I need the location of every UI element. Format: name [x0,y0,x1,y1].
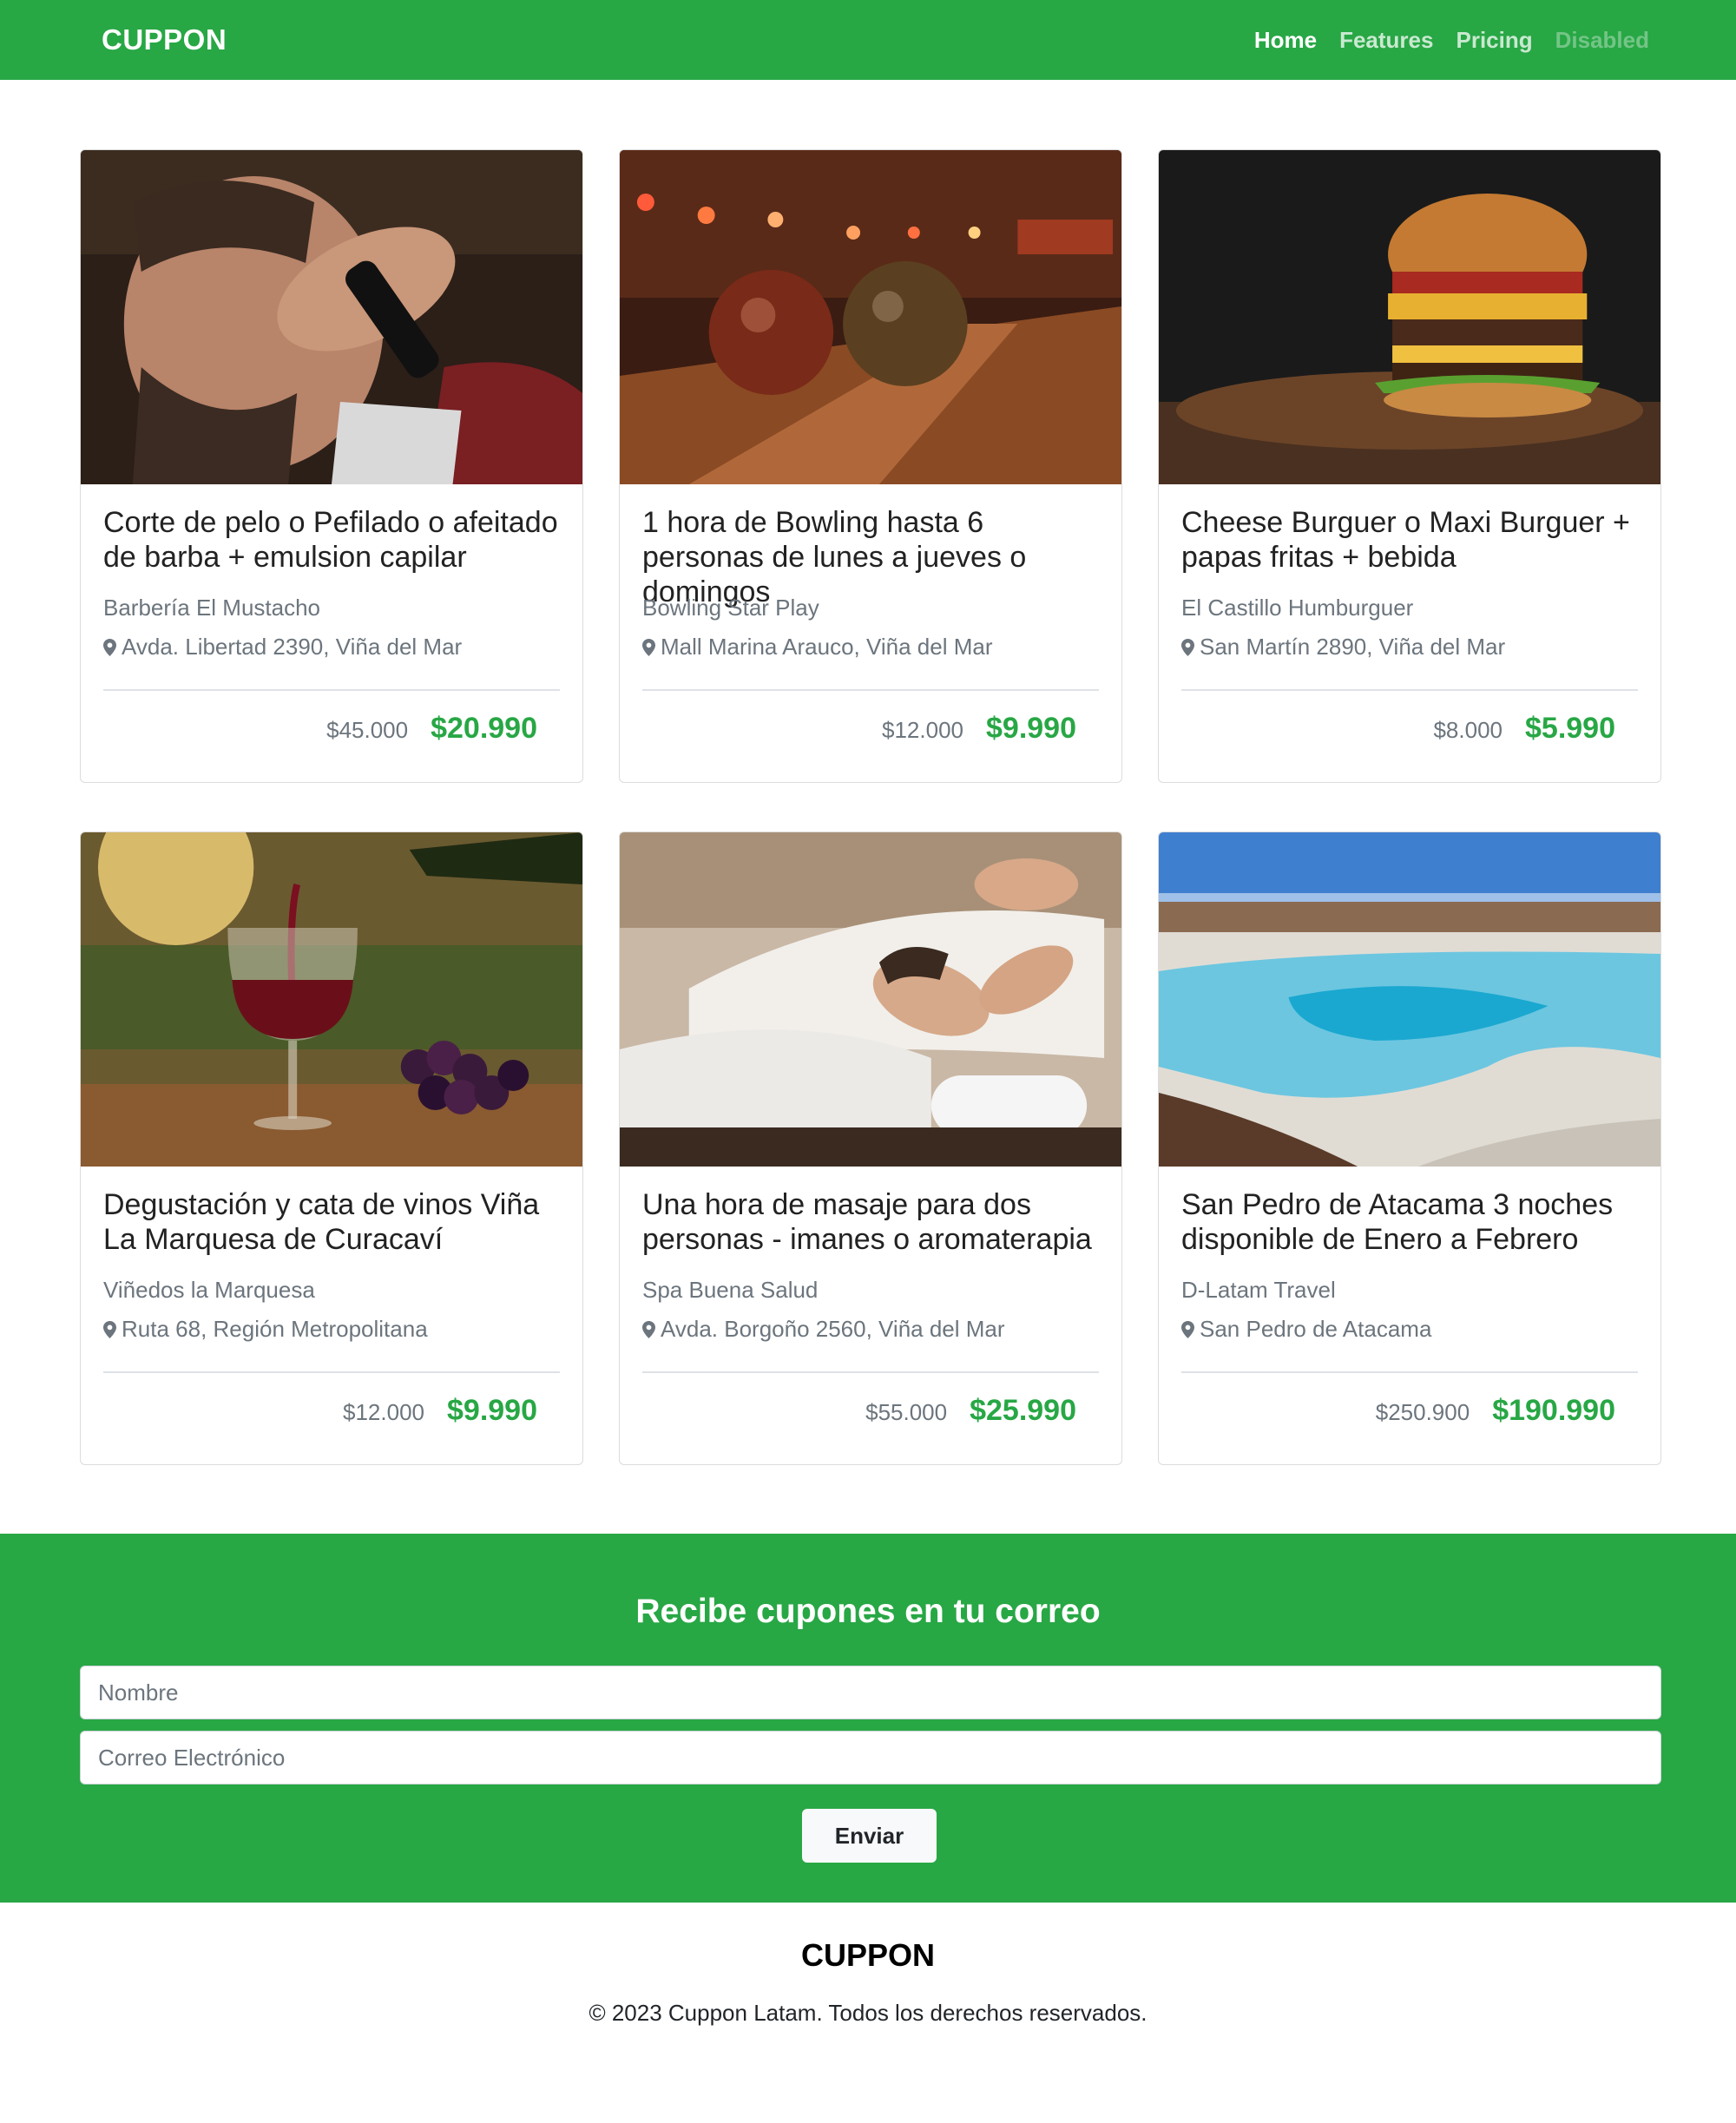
footer-brand: CUPPON [800,1937,936,1973]
card-address: Avda. Libertad 2390, Viña del Mar [103,634,462,661]
nav-links: Home Features Pricing Disabled [1254,0,1649,80]
nav-link-disabled: Disabled [1555,26,1649,53]
coupon-card[interactable]: San Pedro de Atacama 3 noches disponible… [1158,831,1661,1465]
coupon-card[interactable]: Degustación y cata de vinos Viña La Marq… [80,831,583,1465]
price-block: $12.000 $9.990 [343,1394,537,1428]
price-block: $12.000 $9.990 [882,712,1076,746]
card-title[interactable]: Una hora de masaje para dos personas - i… [642,1187,1099,1257]
discount-price: $5.990 [1525,712,1615,745]
address-text: San Pedro de Atacama [1200,1316,1432,1342]
wine-photo [81,832,582,1167]
card-title[interactable]: Corte de pelo o Pefilado o afeitado de b… [103,505,560,575]
price-block: $250.900 $190.990 [1376,1394,1615,1428]
nav-link-home[interactable]: Home [1254,27,1317,54]
burger-photo [1159,150,1660,484]
copyright-text: © 2023 Cuppon Latam. Todos los derechos … [589,2000,1147,2026]
discount-price: $9.990 [447,1394,537,1427]
card-body: San Pedro de Atacama 3 noches disponible… [1181,1167,1638,1464]
barber-photo [81,150,582,484]
newsletter-section: Recibe cupones en tu correo Enviar [0,1534,1736,1903]
discount-price: $9.990 [986,712,1076,745]
discount-price: $190.990 [1492,1394,1615,1427]
card-title[interactable]: San Pedro de Atacama 3 noches disponible… [1181,1187,1638,1257]
card-title[interactable]: Cheese Burguer o Maxi Burguer + papas fr… [1181,505,1638,575]
divider [103,1371,560,1373]
card-body: Corte de pelo o Pefilado o afeitado de b… [103,484,560,782]
map-pin-icon [1181,638,1194,656]
merchant-name: Viñedos la Marquesa [103,1277,315,1303]
card-address: Ruta 68, Región Metropolitana [103,1316,428,1343]
map-pin-icon [103,638,116,656]
card-address: Mall Marina Arauco, Viña del Mar [642,634,992,661]
submit-button[interactable]: Enviar [802,1809,937,1863]
price-block: $45.000 $20.990 [326,712,537,746]
coupon-card[interactable]: Corte de pelo o Pefilado o afeitado de b… [80,149,583,783]
price-block: $55.000 $25.990 [865,1394,1076,1428]
coupon-card[interactable]: 1 hora de Bowling hasta 6 personas de lu… [619,149,1122,783]
address-text: Avda. Libertad 2390, Viña del Mar [122,634,463,660]
card-body: 1 hora de Bowling hasta 6 personas de lu… [642,484,1099,782]
discount-price: $25.990 [970,1394,1076,1427]
original-price: $12.000 [882,717,963,743]
map-pin-icon [1181,1320,1194,1338]
navbar: CUPPON Home Features Pricing Disabled [0,0,1736,80]
card-title[interactable]: 1 hora de Bowling hasta 6 personas de lu… [642,505,1099,609]
original-price: $55.000 [865,1399,948,1425]
atacama-photo [1159,832,1660,1167]
address-text: Mall Marina Arauco, Viña del Mar [661,634,993,660]
discount-price: $20.990 [431,712,537,745]
original-price: $250.900 [1375,1399,1470,1425]
original-price: $12.000 [343,1399,424,1425]
map-pin-icon [642,638,655,656]
card-title[interactable]: Degustación y cata de vinos Viña La Marq… [103,1187,560,1257]
card-address: San Pedro de Atacama [1181,1316,1431,1343]
coupon-grid: Corte de pelo o Pefilado o afeitado de b… [80,149,1661,1465]
divider [1181,1371,1638,1373]
address-text: San Martín 2890, Viña del Mar [1200,634,1506,660]
card-body: Degustación y cata de vinos Viña La Marq… [103,1167,560,1464]
original-price: $45.000 [326,717,409,743]
coupon-card[interactable]: Cheese Burguer o Maxi Burguer + papas fr… [1158,149,1661,783]
divider [642,1371,1099,1373]
merchant-name: El Castillo Humburguer [1181,595,1414,621]
coupon-card[interactable]: Una hora de masaje para dos personas - i… [619,831,1122,1465]
merchant-name: D-Latam Travel [1181,1277,1336,1303]
merchant-name: Spa Buena Salud [642,1277,819,1303]
original-price: $8.000 [1433,717,1503,743]
address-text: Avda. Borgoño 2560, Viña del Mar [661,1316,1005,1342]
map-pin-icon [103,1320,116,1338]
divider [642,689,1099,691]
map-pin-icon [642,1320,655,1338]
nav-link-features[interactable]: Features [1339,27,1433,54]
card-body: Una hora de masaje para dos personas - i… [642,1167,1099,1464]
massage-photo [620,832,1121,1167]
price-block: $8.000 $5.990 [1433,712,1615,746]
newsletter-heading: Recibe cupones en tu correo [635,1593,1101,1630]
card-address: Avda. Borgoño 2560, Viña del Mar [642,1316,1005,1343]
address-text: Ruta 68, Región Metropolitana [122,1316,428,1342]
merchant-name: Barbería El Mustacho [103,595,321,621]
navbar-brand[interactable]: CUPPON [102,0,227,80]
divider [1181,689,1638,691]
card-body: Cheese Burguer o Maxi Burguer + papas fr… [1181,484,1638,782]
bowling-photo [620,150,1121,484]
card-address: San Martín 2890, Viña del Mar [1181,634,1505,661]
name-input[interactable] [80,1666,1661,1719]
nav-link-pricing[interactable]: Pricing [1456,27,1532,54]
divider [103,689,560,691]
email-input[interactable] [80,1731,1661,1785]
merchant-name: Bowling Star Play [642,595,819,621]
